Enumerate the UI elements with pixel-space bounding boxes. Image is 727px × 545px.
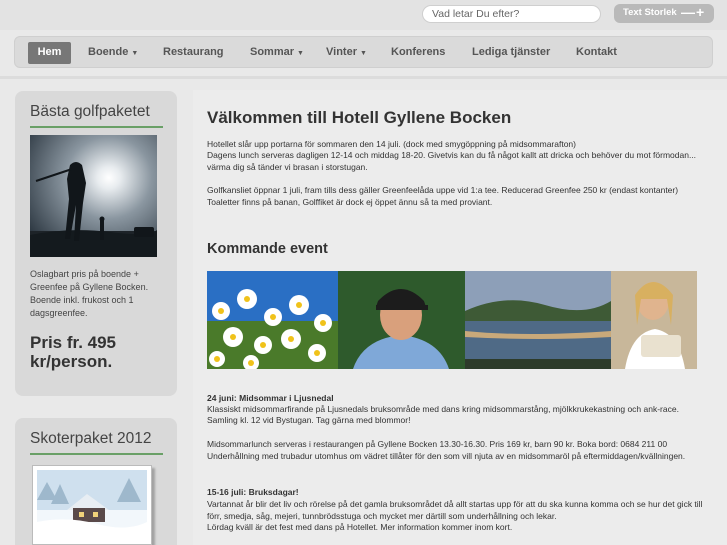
daisies-photo[interactable] (207, 271, 338, 369)
title-underline (30, 453, 163, 455)
nav-label: Sommar (250, 46, 295, 58)
nav-label: Boende (88, 46, 129, 58)
snowmobile-package-box: Skoterpaket 2012 (15, 418, 177, 545)
nav-label: Restaurang (163, 46, 224, 58)
snowmobile-image-frame[interactable] (32, 465, 152, 545)
intro-text-4: Toaletter finns på banan, Golffiket är d… (207, 197, 493, 207)
nav-label: Vinter (326, 46, 357, 58)
nav-item-boende[interactable]: Boende ▼ (88, 46, 138, 58)
golfer-sunset-image[interactable] (30, 135, 157, 257)
chevron-down-icon: ▼ (297, 50, 304, 57)
increase-text-size-button[interactable]: + (696, 4, 704, 20)
golf-package-description: Oslagbart pris på boende + Greenfee på G… (30, 269, 149, 318)
nav-item-kontakt[interactable]: Kontakt (576, 46, 617, 58)
golfer-portrait-photo[interactable] (338, 271, 465, 369)
main-nav: Hem Boende ▼ Restaurang Sommar ▼ Vinter ▼ K… (14, 36, 713, 68)
nav-label: Kontakt (576, 46, 617, 58)
event-photo-strip (207, 271, 697, 369)
page-title: Välkommen till Hotell Gyllene Bocken (207, 108, 512, 127)
text-size-label: Text Storlek (623, 7, 677, 18)
golf-package-price: Pris fr. 495 kr/person. (30, 333, 117, 371)
intro-text-2: Dagens lunch serveras dagligen 12-14 och… (207, 150, 697, 172)
event-3-text: Vartannat år blir det liv och rörelse på… (207, 499, 703, 521)
chevron-down-icon: ▼ (359, 50, 367, 57)
golf-package-title: Bästa golfpaketet (30, 103, 150, 120)
event-1-text: Klassiskt midsommarfirande på Ljusnedals… (207, 404, 679, 414)
main-content: Välkommen till Hotell Gyllene Bocken Hot… (193, 90, 727, 545)
nav-label: Konferens (391, 46, 446, 58)
intro-text-3: Golfkansliet öppnar 1 juli, fram tills d… (207, 185, 679, 195)
event-3-title: 15-16 juli: Bruksdagar! (207, 487, 299, 497)
nav-item-sommar[interactable]: Sommar ▼ (250, 46, 304, 58)
nav-item-vinter[interactable]: Vinter ▼ (326, 46, 367, 58)
snowmobile-package-title: Skoterpaket 2012 (30, 430, 152, 447)
oktoberfest-photo[interactable] (611, 271, 697, 369)
events-heading: Kommande event (207, 241, 328, 257)
nav-item-lediga-tjanster[interactable]: Lediga tjänster (472, 46, 550, 58)
top-bar: Vad letar Du efter? Text Storlek — + (0, 0, 727, 30)
event-2-text: Midsommarlunch serveras i restaurangen p… (207, 439, 668, 449)
lake-photo[interactable] (465, 271, 611, 369)
text-size-control: Text Storlek — + (614, 4, 714, 23)
intro-text-1: Hotellet slår upp portarna för sommaren … (207, 139, 576, 149)
nav-label: Hem (37, 46, 62, 58)
snowy-cabin-image (37, 470, 147, 540)
event-3-text-2: Lördag kväll är det fest med dans på Hot… (207, 522, 513, 532)
event-1-title: 24 juni: Midsommar i Ljusnedal (207, 393, 334, 403)
header-divider (0, 76, 727, 79)
golf-package-box: Bästa golfpaketet Oslagbart pris på boen… (15, 91, 177, 396)
event-1-text-2: Samling kl. 12 vid Bystugan. Tag gärna m… (207, 415, 411, 425)
title-underline (30, 126, 163, 128)
nav-item-restaurang[interactable]: Restaurang (163, 46, 224, 58)
nav-item-hem[interactable]: Hem (28, 42, 71, 64)
nav-item-konferens[interactable]: Konferens (391, 46, 445, 58)
search-input[interactable]: Vad letar Du efter? (422, 5, 601, 23)
event-2-text-2: Underhållning med trubadur utomhus om vä… (207, 451, 686, 461)
decrease-text-size-button[interactable]: — (681, 4, 695, 20)
chevron-down-icon: ▼ (131, 50, 139, 57)
nav-label: Lediga tjänster (472, 46, 551, 58)
